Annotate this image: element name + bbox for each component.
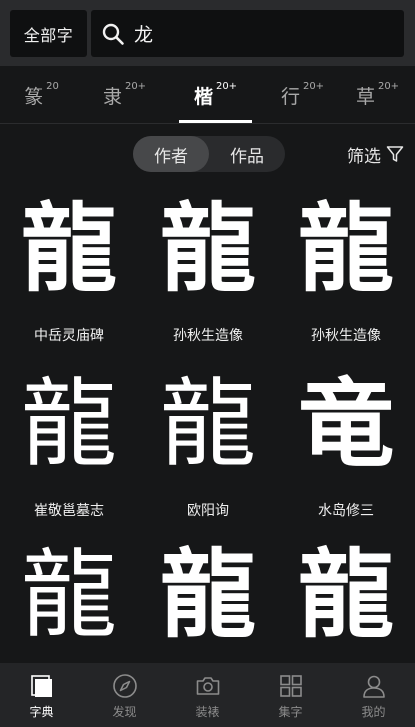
tab-clerical[interactable]: 隶 20+ [83, 66, 166, 124]
search-input[interactable] [134, 22, 374, 45]
book-icon [30, 675, 52, 697]
result-card[interactable]: 龍 [139, 536, 277, 654]
tab-count: 20+ [124, 80, 147, 92]
author-name: 水岛修三 [318, 503, 374, 519]
compass-icon [112, 674, 137, 698]
calligraphy-glyph: 龍 [160, 192, 256, 305]
calligraphy-glyph: 龍 [160, 538, 256, 651]
nav-dictionary[interactable]: 字典 [0, 663, 83, 727]
tab-count: 20+ [215, 80, 238, 92]
tab-label: 篆 [24, 85, 44, 108]
nav-label: 我的 [361, 705, 386, 719]
tab-count: 20+ [302, 80, 325, 92]
calligraphy-glyph: 龍 [21, 539, 117, 651]
tab-seal[interactable]: 篆 20 [0, 66, 83, 124]
tab-label: 行 [280, 85, 300, 108]
nav-label: 发现 [112, 705, 137, 719]
nav-profile[interactable]: 我的 [332, 663, 415, 727]
calligraphy-glyph: 龍 [21, 192, 117, 305]
bottom-navigation: 字典 发现 装裱 集字 我的 [0, 663, 415, 727]
nav-label: 字典 [29, 705, 54, 719]
grid-icon [279, 675, 302, 697]
calligraphy-glyph: 竜 [298, 367, 394, 480]
nav-mount[interactable]: 装裱 [166, 663, 249, 727]
active-tab-indicator [179, 120, 252, 123]
nav-label: 集字 [278, 705, 303, 719]
calligraphy-glyph: 龍 [298, 538, 394, 651]
tab-label: 草 [355, 85, 375, 108]
author-name: 崔敬邕墓志 [34, 503, 104, 519]
nav-collect-characters[interactable]: 集字 [249, 663, 332, 727]
tab-count: 20 [46, 80, 59, 92]
scope-selector-button[interactable]: 全部字 [10, 10, 87, 57]
result-card[interactable]: 龍 [0, 536, 138, 654]
result-card[interactable]: 龍 孙秋生造像 [139, 190, 277, 345]
user-icon [362, 675, 385, 698]
tab-cursive[interactable]: 草 20+ [340, 66, 415, 124]
tab-label: 楷 [193, 85, 213, 108]
result-card[interactable]: 龍 孙秋生造像 [277, 190, 415, 345]
result-card[interactable]: 龍 欧阳询 [139, 365, 277, 520]
result-card[interactable]: 龍 崔敬邕墓志 [0, 365, 138, 520]
nav-label: 装裱 [195, 705, 220, 719]
calligraphy-glyph: 龍 [21, 368, 117, 480]
tab-regular[interactable]: 楷 20+ [166, 66, 265, 124]
top-bar: 全部字 [0, 0, 415, 66]
author-name: 欧阳询 [187, 503, 229, 519]
calligraphy-glyph: 龍 [160, 368, 256, 480]
calligraphy-glyph: 龍 [298, 192, 394, 305]
tab-label: 隶 [102, 85, 122, 108]
scope-label: 全部字 [23, 25, 74, 45]
filter-label: 筛选 [347, 146, 381, 167]
nav-discover[interactable]: 发现 [83, 663, 166, 727]
search-icon [102, 23, 124, 45]
segment-work[interactable]: 作品 [209, 136, 285, 172]
tab-running[interactable]: 行 20+ [265, 66, 340, 124]
result-card[interactable]: 竜 水岛修三 [277, 365, 415, 520]
search-box[interactable] [91, 10, 404, 57]
author-work-segmented-control: 作者 作品 [133, 136, 285, 172]
script-style-tabs: 篆 20 隶 20+ 楷 20+ 行 20+ 草 20+ [0, 66, 415, 124]
result-card[interactable]: 龍 中岳灵庙碑 [0, 190, 138, 345]
result-card[interactable]: 龍 [277, 536, 415, 654]
tab-count: 20+ [377, 80, 400, 92]
author-name: 中岳灵庙碑 [34, 328, 104, 344]
author-name: 孙秋生造像 [173, 328, 243, 344]
filter-button[interactable]: 筛选 [347, 140, 404, 168]
segment-author[interactable]: 作者 [133, 136, 209, 172]
author-name: 孙秋生造像 [311, 328, 381, 344]
camera-icon [196, 677, 219, 695]
filter-icon [386, 146, 404, 162]
